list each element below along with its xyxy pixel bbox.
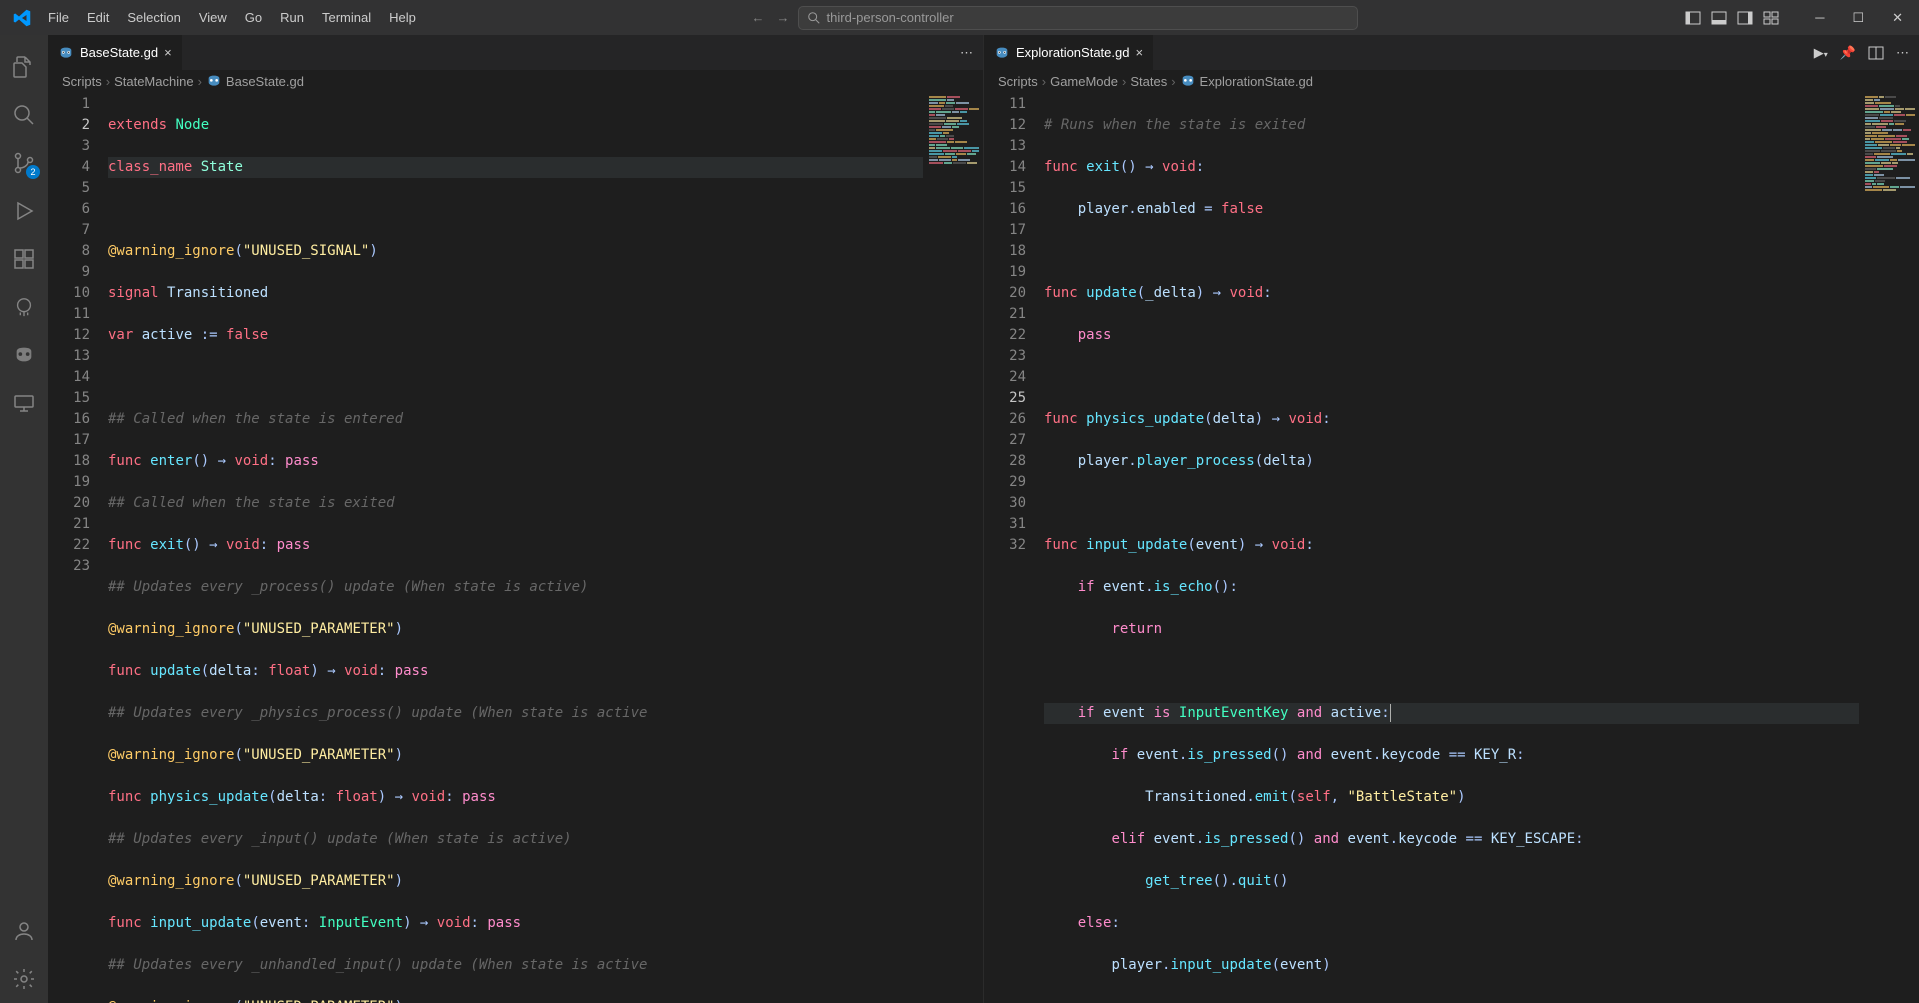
code-content[interactable]: # Runs when the state is exited func exi… — [1044, 92, 1859, 1003]
close-icon[interactable]: × — [164, 45, 172, 60]
godot-activity-icon[interactable] — [0, 331, 48, 379]
chevron-right-icon: › — [1042, 74, 1046, 89]
godot-tools-icon[interactable] — [0, 283, 48, 331]
remote-icon[interactable] — [0, 379, 48, 427]
breadcrumb-item[interactable]: Scripts — [62, 74, 102, 89]
menu-selection[interactable]: Selection — [119, 6, 188, 29]
menu-go[interactable]: Go — [237, 6, 270, 29]
code-content[interactable]: extends Node class_name State @warning_i… — [108, 92, 923, 1003]
run-debug-icon[interactable] — [0, 187, 48, 235]
breadcrumb-item[interactable]: States — [1130, 74, 1167, 89]
tab-label: BaseState.gd — [80, 45, 158, 60]
window-close-icon[interactable]: ✕ — [1884, 10, 1911, 26]
nav-forward-icon[interactable]: → — [777, 10, 790, 25]
explorer-icon[interactable] — [0, 43, 48, 91]
pin-icon[interactable]: 📌 — [1840, 45, 1856, 61]
extensions-icon[interactable] — [0, 235, 48, 283]
nav-back-icon[interactable]: ← — [752, 10, 765, 25]
menu-edit[interactable]: Edit — [79, 6, 117, 29]
window-minimize-icon[interactable]: ─ — [1807, 10, 1832, 25]
breadcrumb-item[interactable]: Scripts — [998, 74, 1038, 89]
tabs-row: ExplorationState.gd × ▶▾ 📌 ⋯ — [984, 35, 1919, 70]
editor-pane-left: BaseState.gd × ⋯ Scripts › StateMachine … — [48, 35, 984, 1003]
godot-file-icon — [994, 45, 1010, 61]
godot-file-icon — [58, 45, 74, 61]
godot-file-icon — [1180, 73, 1196, 89]
search-text: third-person-controller — [827, 10, 954, 25]
close-icon[interactable]: × — [1135, 45, 1143, 60]
line-gutter: 1112131415161718192021222324252627282930… — [984, 92, 1044, 1003]
layout-sidebar-right-icon[interactable] — [1737, 10, 1753, 26]
settings-gear-icon[interactable] — [0, 955, 48, 1003]
menu-view[interactable]: View — [191, 6, 235, 29]
minimap[interactable] — [1859, 92, 1919, 1003]
search-icon — [807, 11, 821, 25]
window-maximize-icon[interactable]: ☐ — [1844, 10, 1872, 26]
menu-help[interactable]: Help — [381, 6, 424, 29]
tabs-row: BaseState.gd × ⋯ — [48, 35, 983, 70]
editor-pane-right: ExplorationState.gd × ▶▾ 📌 ⋯ Scripts › G… — [984, 35, 1919, 1003]
tab-basestate[interactable]: BaseState.gd × — [48, 35, 183, 70]
breadcrumb-item[interactable]: ExplorationState.gd — [1200, 74, 1313, 89]
run-icon[interactable]: ▶▾ — [1814, 45, 1828, 61]
vscode-logo-icon — [8, 4, 36, 32]
menu-bar: File Edit Selection View Go Run Terminal… — [40, 6, 424, 29]
editor-area: BaseState.gd × ⋯ Scripts › StateMachine … — [48, 35, 1919, 1003]
breadcrumbs[interactable]: Scripts › StateMachine › BaseState.gd — [48, 70, 983, 92]
code-area-left[interactable]: 1234567891011121314151617181920212223 ex… — [48, 92, 983, 1003]
activity-bar: 2 — [0, 35, 48, 1003]
scm-badge: 2 — [26, 165, 40, 179]
breadcrumb-item[interactable]: StateMachine — [114, 74, 194, 89]
menu-terminal[interactable]: Terminal — [314, 6, 379, 29]
code-area-right[interactable]: 1112131415161718192021222324252627282930… — [984, 92, 1919, 1003]
text-cursor — [1390, 704, 1391, 722]
split-editor-icon[interactable] — [1868, 45, 1884, 61]
more-actions-icon[interactable]: ⋯ — [960, 45, 973, 61]
menu-file[interactable]: File — [40, 6, 77, 29]
tab-label: ExplorationState.gd — [1016, 45, 1129, 60]
breadcrumbs[interactable]: Scripts › GameMode › States › Exploratio… — [984, 70, 1919, 92]
layout-panel-icon[interactable] — [1711, 10, 1727, 26]
titlebar: File Edit Selection View Go Run Terminal… — [0, 0, 1919, 35]
source-control-icon[interactable]: 2 — [0, 139, 48, 187]
layout-sidebar-left-icon[interactable] — [1685, 10, 1701, 26]
command-center-search[interactable]: third-person-controller — [798, 6, 1358, 30]
more-actions-icon[interactable]: ⋯ — [1896, 45, 1909, 61]
breadcrumb-item[interactable]: GameMode — [1050, 74, 1118, 89]
line-gutter: 1234567891011121314151617181920212223 — [48, 92, 108, 1003]
chevron-right-icon: › — [106, 74, 110, 89]
search-activity-icon[interactable] — [0, 91, 48, 139]
godot-file-icon — [206, 73, 222, 89]
customize-layout-icon[interactable] — [1763, 10, 1779, 26]
chevron-right-icon: › — [198, 74, 202, 89]
minimap[interactable] — [923, 92, 983, 1003]
accounts-icon[interactable] — [0, 907, 48, 955]
chevron-right-icon: › — [1171, 74, 1175, 89]
breadcrumb-item[interactable]: BaseState.gd — [226, 74, 304, 89]
menu-run[interactable]: Run — [272, 6, 312, 29]
tab-explorationstate[interactable]: ExplorationState.gd × — [984, 35, 1154, 70]
chevron-right-icon: › — [1122, 74, 1126, 89]
